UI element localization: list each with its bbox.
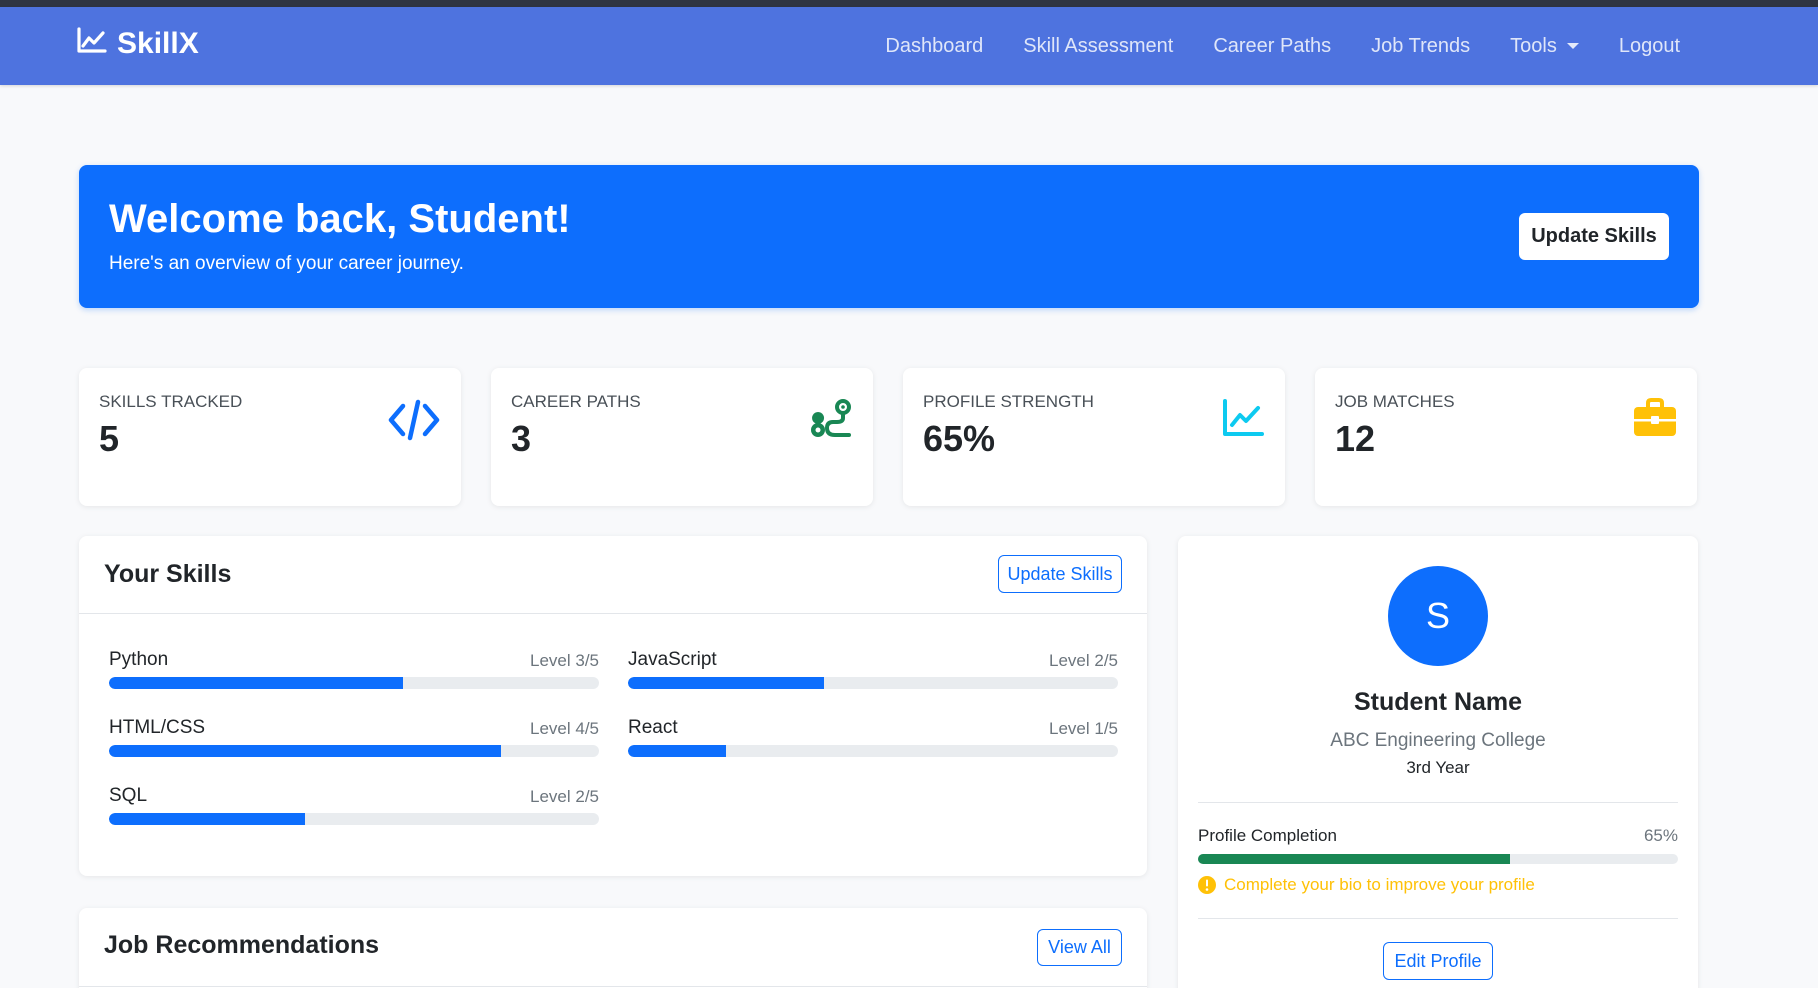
exclamation-circle-icon	[1198, 876, 1216, 899]
stat-value: 5	[99, 418, 120, 459]
skill-level: Level 4/5	[530, 719, 599, 738]
stat-label: Profile Strength	[923, 392, 1094, 411]
skill-progress-fill	[109, 677, 403, 689]
brand[interactable]: SkillX	[77, 27, 199, 61]
update-skills-button[interactable]: Update Skills	[1519, 213, 1669, 260]
profile-divider	[1198, 802, 1678, 803]
skill-progress-fill	[628, 677, 824, 689]
skill-name: JavaScript	[628, 649, 717, 670]
stat-card-profile-strength: Profile Strength 65%	[903, 368, 1285, 506]
skill-level: Level 2/5	[530, 787, 599, 806]
skill-progress-track	[109, 745, 599, 757]
update-skills-outline-button[interactable]: Update Skills	[998, 555, 1122, 593]
skill-level: Level 3/5	[530, 651, 599, 670]
profile-year: 3rd Year	[1406, 758, 1470, 777]
skill-name: SQL	[109, 785, 148, 806]
profile-divider	[1198, 918, 1678, 919]
profile-hint: Complete your bio to improve your profil…	[1224, 875, 1535, 894]
stat-card-skills-tracked: Skills Tracked 5	[79, 368, 461, 506]
profile-completion-label: Profile Completion	[1198, 826, 1337, 845]
welcome-title: Welcome back, Student!	[109, 197, 571, 241]
skills-card: Your Skills Update Skills Python Level 3…	[79, 536, 1147, 876]
welcome-subtitle: Here's an overview of your career journe…	[109, 253, 464, 274]
briefcase-icon	[1633, 398, 1677, 443]
skill-progress-track	[109, 677, 599, 689]
profile-card: S Student Name ABC Engineering College 3…	[1178, 536, 1698, 988]
nav-career-paths[interactable]: Career Paths	[1213, 35, 1331, 58]
caret-down-icon	[1566, 43, 1579, 49]
profile-college: ABC Engineering College	[1330, 730, 1546, 751]
navbar: SkillX Dashboard Skill Assessment Career…	[0, 7, 1818, 85]
skill-name: Python	[109, 649, 169, 670]
nav-job-trends[interactable]: Job Trends	[1371, 35, 1470, 58]
route-icon	[809, 398, 853, 447]
stat-value: 12	[1335, 418, 1376, 459]
skills-card-title: Your Skills	[104, 560, 232, 588]
skill-progress-track	[628, 745, 1118, 757]
profile-completion-track	[1198, 854, 1678, 864]
skill-level: Level 1/5	[1049, 719, 1118, 738]
stat-value: 65%	[923, 418, 996, 459]
stat-label: Skills Tracked	[99, 392, 243, 411]
nav-menu: Dashboard Skill Assessment Career Paths …	[845, 7, 1680, 85]
skill-name: HTML/CSS	[109, 717, 206, 738]
skill-progress-fill	[628, 745, 726, 757]
stat-label: Career Paths	[511, 392, 641, 411]
stat-card-career-paths: Career Paths 3	[491, 368, 873, 506]
stat-label: Job Matches	[1335, 392, 1455, 411]
view-all-jobs-button[interactable]: View All	[1037, 929, 1122, 966]
job-recommendations-title: Job Recommendations	[104, 931, 380, 959]
brand-name: SkillX	[117, 27, 199, 60]
skill-progress-fill	[109, 745, 501, 757]
skill-progress-track	[109, 813, 599, 825]
chart-line-icon	[77, 27, 117, 61]
skill-name: React	[628, 717, 678, 738]
welcome-banner: Welcome back, Student! Here's an overvie…	[79, 165, 1699, 308]
chart-line-icon	[1221, 398, 1265, 443]
profile-completion-value: 65%	[1643, 826, 1678, 845]
card-divider	[79, 613, 1147, 614]
window-top-border	[0, 0, 1818, 7]
card-divider	[79, 986, 1147, 987]
nav-skill-assessment[interactable]: Skill Assessment	[1023, 35, 1173, 58]
skill-progress-fill	[109, 813, 305, 825]
job-recommendations-card: Job Recommendations View All	[79, 908, 1147, 988]
avatar: S	[1388, 566, 1488, 666]
stat-value: 3	[511, 418, 532, 459]
edit-profile-button[interactable]: Edit Profile	[1383, 942, 1493, 980]
nav-tools-label: Tools	[1510, 34, 1557, 57]
nav-dashboard[interactable]: Dashboard	[885, 35, 983, 58]
code-icon	[387, 398, 441, 447]
skill-level: Level 2/5	[1049, 651, 1118, 670]
nav-logout[interactable]: Logout	[1619, 35, 1680, 58]
skill-progress-track	[628, 677, 1118, 689]
profile-name: Student Name	[1353, 688, 1523, 716]
profile-completion-fill	[1198, 854, 1510, 864]
stat-card-job-matches: Job Matches 12	[1315, 368, 1697, 506]
nav-tools-dropdown[interactable]: Tools	[1510, 35, 1579, 58]
